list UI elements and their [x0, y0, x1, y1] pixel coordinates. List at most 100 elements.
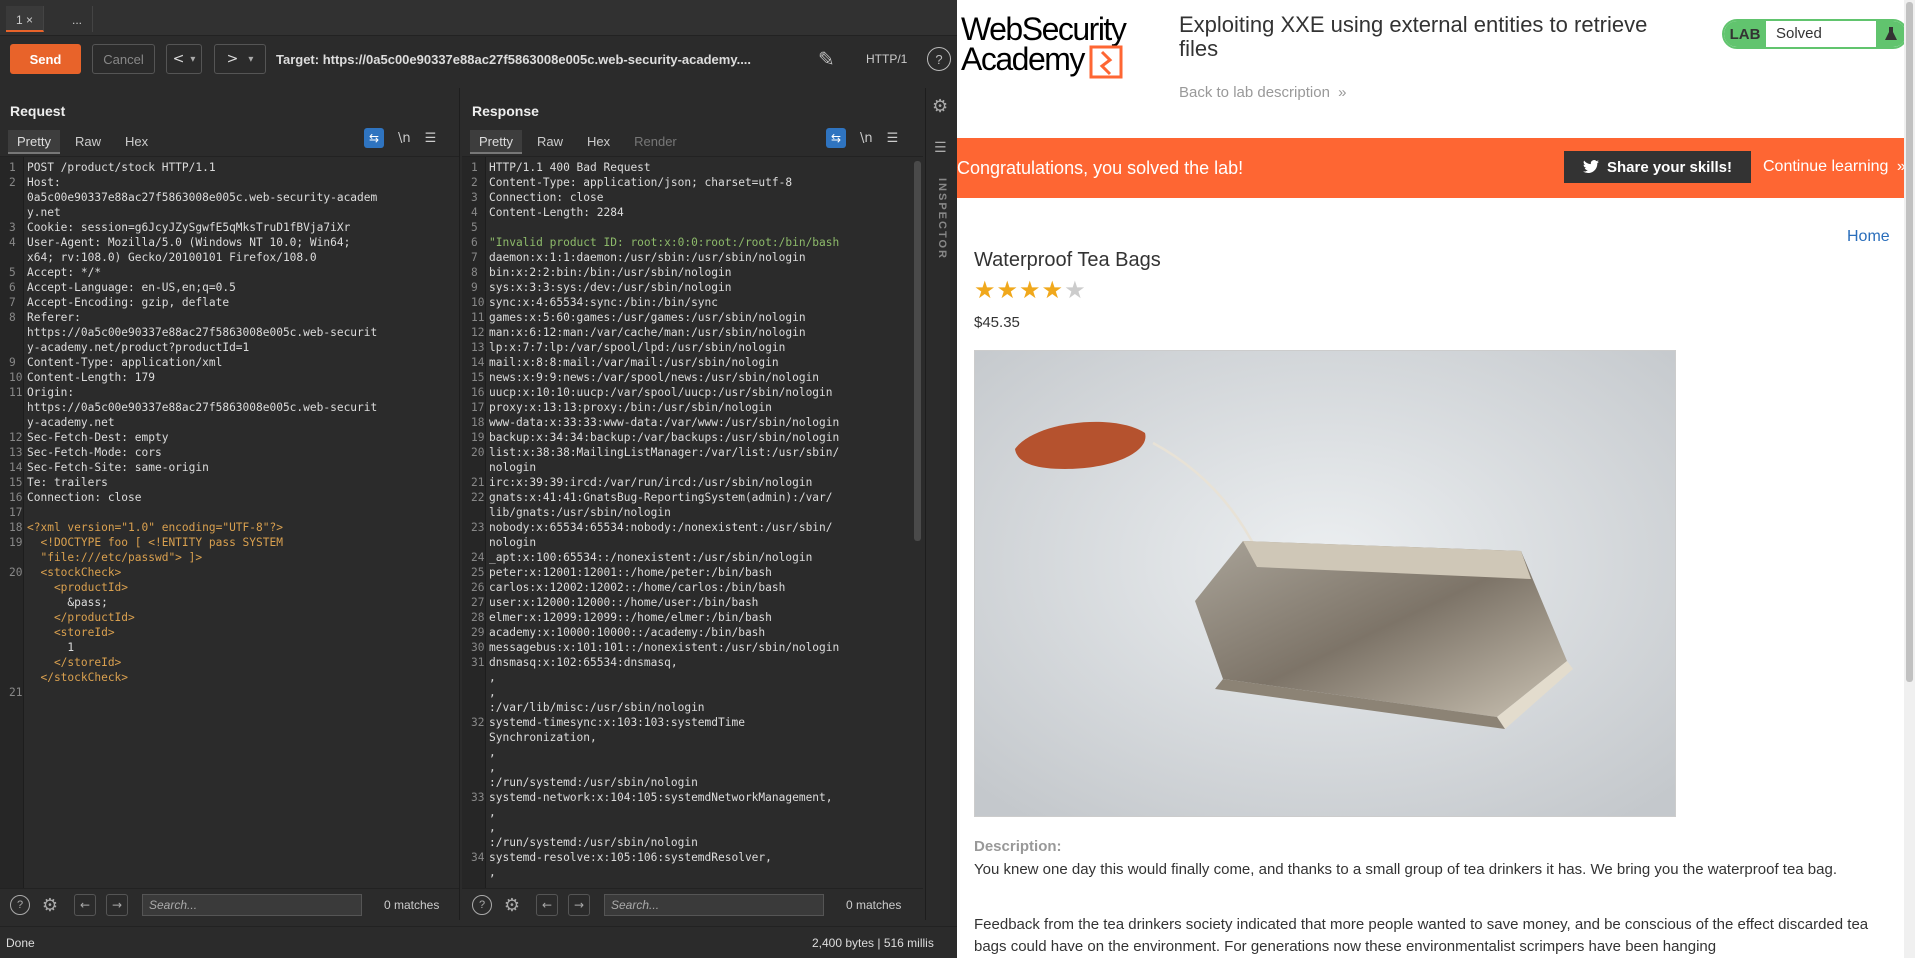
line-number: 2: [471, 176, 478, 189]
line-text: daemon:x:1:1:daemon:/usr/sbin:/usr/sbin/…: [489, 251, 806, 264]
line-number: 7: [9, 296, 16, 309]
line-text: :/var/lib/misc:/usr/sbin/nologin: [489, 701, 705, 714]
response-pane: Response Pretty Raw Hex Render ⇆ \n ☰ 1H…: [462, 88, 923, 920]
line-number: 8: [9, 311, 16, 324]
line-text: _apt:x:100:65534::/nonexistent:/usr/sbin…: [489, 551, 813, 564]
line-text: Accept: */*: [27, 266, 102, 279]
target-url[interactable]: Target: https://0a5c00e90337e88ac27f5863…: [276, 52, 751, 67]
previous-match-icon[interactable]: ←: [536, 894, 558, 916]
line-number: 11: [471, 311, 485, 324]
line-text: <!DOCTYPE foo [ <!ENTITY pass SYSTEM: [27, 536, 283, 549]
line-number: 33: [471, 791, 485, 804]
line-number: 13: [471, 341, 485, 354]
tab-render[interactable]: Render: [625, 130, 686, 154]
logo-line2: Academy: [961, 41, 1085, 77]
response-editor[interactable]: 1 HTTP/1.1 400 Bad Request 2 Content-Type: …: [462, 156, 923, 888]
line-text: Content-Length: 179: [27, 371, 155, 384]
line-text: Accept-Language: en-US,en;q=0.5: [27, 281, 236, 294]
line-number: 20: [471, 446, 485, 459]
back-to-lab-description-link[interactable]: Back to lab description »: [1179, 84, 1346, 101]
back-dropdown-icon: ▾: [190, 53, 196, 65]
menu-icon[interactable]: ☰: [425, 131, 437, 146]
chevron-right-icon: »: [1338, 84, 1347, 101]
home-link[interactable]: Home: [1847, 228, 1890, 246]
line-text: https://0a5c00e90337e88ac27f5863008e005c…: [27, 401, 378, 414]
line-number: [462, 865, 486, 880]
cancel-button[interactable]: Cancel: [92, 44, 155, 74]
line-text: Accept-Encoding: gzip, deflate: [27, 296, 230, 309]
tab-raw[interactable]: Raw: [528, 130, 572, 154]
help-icon[interactable]: ?: [10, 895, 30, 915]
page-scrollbar[interactable]: [1904, 0, 1915, 958]
line-number: [462, 760, 486, 775]
line-text: peter:x:12001:12001::/home/peter:/bin/ba…: [489, 566, 772, 579]
star-filled-icon: ★: [996, 277, 1019, 304]
next-match-icon[interactable]: →: [106, 894, 128, 916]
line-number: 21: [471, 476, 485, 489]
request-editor[interactable]: 1 POST /product/stock HTTP/1.1 2 Host: 0a5c0…: [0, 156, 459, 888]
request-line: 20 <stockCheck>: [0, 565, 377, 580]
next-match-icon[interactable]: →: [568, 894, 590, 916]
response-line: 18 www-data:x:33:33:www-data:/var/www:/us…: [462, 415, 839, 430]
line-text: ,: [489, 806, 496, 819]
newline-toggle-icon[interactable]: \n: [398, 131, 411, 146]
settings-gear-icon[interactable]: ⚙: [502, 895, 522, 915]
line-text: nologin: [489, 536, 537, 549]
response-scrollbar[interactable]: [914, 161, 921, 541]
help-icon[interactable]: ?: [472, 895, 492, 915]
product-price: $45.35: [974, 314, 1020, 331]
tab-pretty[interactable]: Pretty: [8, 130, 60, 154]
line-number: 21: [9, 686, 23, 699]
help-icon[interactable]: ?: [927, 47, 951, 71]
line-number: 23: [471, 521, 485, 534]
history-forward-button[interactable]: > ▾: [214, 44, 266, 74]
line-number: [462, 535, 486, 550]
response-line: ,: [462, 820, 839, 835]
word-wrap-icon[interactable]: ⇆: [826, 128, 846, 148]
twitter-icon: [1582, 160, 1599, 173]
newline-toggle-icon[interactable]: \n: [860, 131, 873, 146]
request-line: https://0a5c00e90337e88ac27f5863008e005c…: [0, 325, 377, 340]
response-line: 19 backup:x:34:34:backup:/var/backups:/us…: [462, 430, 839, 445]
history-back-button[interactable]: < ▾: [166, 44, 202, 74]
star-filled-icon: ★: [974, 277, 996, 304]
product-rating: ★ ★ ★ ★ ★: [974, 278, 1086, 304]
tab-hex[interactable]: Hex: [116, 130, 157, 154]
request-search-input[interactable]: Search...: [142, 894, 362, 916]
tab-pretty[interactable]: Pretty: [470, 130, 522, 154]
response-line: 33 systemd-network:x:104:105:systemdNetwo…: [462, 790, 839, 805]
word-wrap-icon[interactable]: ⇆: [364, 128, 384, 148]
line-number: [462, 730, 486, 745]
send-button[interactable]: Send: [10, 44, 81, 74]
share-skills-button[interactable]: Share your skills!: [1564, 151, 1751, 183]
settings-gear-icon[interactable]: ⚙: [932, 96, 948, 117]
response-line: 31 dnsmasq:x:102:65534:dnsmasq,: [462, 655, 839, 670]
line-number: 32: [471, 716, 485, 729]
repeater-tab-more[interactable]: ...: [62, 6, 94, 32]
web-security-academy-logo[interactable]: WebSecurity Academy: [961, 11, 1146, 86]
request-line: </stockCheck>: [0, 670, 377, 685]
tab-hex[interactable]: Hex: [578, 130, 619, 154]
line-text: elmer:x:12099:12099::/home/elmer:/bin/ba…: [489, 611, 772, 624]
http-version-label[interactable]: HTTP/1: [866, 52, 907, 66]
line-number: 19: [471, 431, 485, 444]
repeater-tab-1[interactable]: 1 ×: [6, 6, 45, 32]
line-text: Content-Type: application/json; charset=…: [489, 176, 793, 189]
line-text: <productId>: [27, 581, 129, 594]
inspector-toggle-icon[interactable]: ☰: [934, 140, 947, 156]
menu-icon[interactable]: ☰: [887, 131, 899, 146]
line-text: :/run/systemd:/usr/sbin/nologin: [489, 776, 698, 789]
line-text: user:x:12000:12000::/home/user:/bin/bash: [489, 596, 759, 609]
lab-label: LAB: [1724, 21, 1766, 47]
response-search-input[interactable]: Search...: [604, 894, 824, 916]
response-line: 26 carlos:x:12002:12002::/home/carlos:/bi…: [462, 580, 839, 595]
inspector-label[interactable]: INSPECTOR: [936, 178, 948, 260]
edit-target-pencil-icon[interactable]: ✎: [818, 47, 835, 71]
response-body: 1 HTTP/1.1 400 Bad Request 2 Content-Type: …: [462, 160, 839, 880]
continue-learning-link[interactable]: Continue learning »: [1763, 158, 1906, 176]
line-number: [0, 400, 24, 415]
previous-match-icon[interactable]: ←: [74, 894, 96, 916]
tab-raw[interactable]: Raw: [66, 130, 110, 154]
settings-gear-icon[interactable]: ⚙: [40, 895, 60, 915]
line-text: man:x:6:12:man:/var/cache/man:/usr/sbin/…: [489, 326, 806, 339]
